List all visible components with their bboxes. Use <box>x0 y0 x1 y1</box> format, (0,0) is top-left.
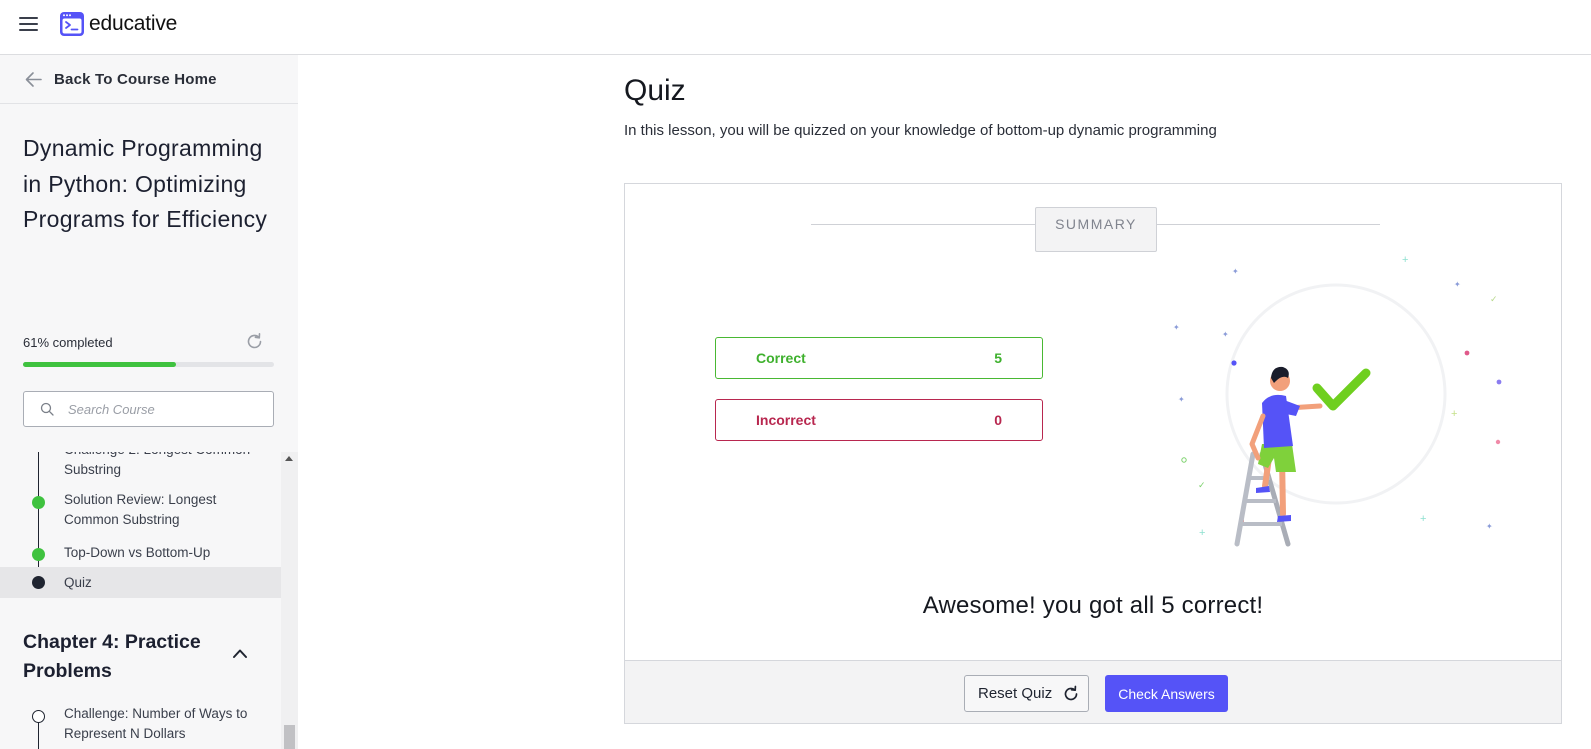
lesson-item-solution-review[interactable]: Solution Review: Longest Common Substrin… <box>0 490 281 534</box>
svg-text:✦: ✦ <box>1486 522 1493 531</box>
quiz-footer: Reset Quiz Check Answers <box>625 660 1561 723</box>
scrollbar-thumb[interactable] <box>284 725 295 749</box>
search-input[interactable] <box>68 398 263 420</box>
correct-count-box: Correct 5 <box>715 337 1043 379</box>
back-label: Back To Course Home <box>54 71 217 88</box>
educative-logo-icon[interactable] <box>59 11 85 37</box>
sidebar-scrollbar[interactable] <box>281 452 298 749</box>
check-answers-button[interactable]: Check Answers <box>1105 675 1228 712</box>
incorrect-label: Incorrect <box>756 412 816 428</box>
result-message: Awesome! you got all 5 correct! <box>922 592 1264 619</box>
chapter-title[interactable]: Chapter 4: Practice Problems <box>23 628 233 686</box>
lesson-item-challenge-2[interactable]: Challenge 2: Longest Common Substring <box>0 452 281 484</box>
svg-text:+: + <box>1451 408 1457 420</box>
hamburger-menu-icon[interactable] <box>19 16 39 32</box>
svg-text:+: + <box>1199 527 1205 539</box>
completed-dot-icon <box>32 496 45 509</box>
svg-text:✓: ✓ <box>1490 294 1498 304</box>
course-title: Dynamic Programming in Python: Optimizin… <box>23 135 268 232</box>
chevron-up-icon[interactable] <box>232 647 248 659</box>
refresh-icon <box>1064 685 1078 701</box>
back-to-course-link[interactable]: Back To Course Home <box>0 55 298 104</box>
lesson-label: Challenge: Number of Ways to Represent N… <box>64 706 248 741</box>
lesson-item-top-down-vs-bottom-up[interactable]: Top-Down vs Bottom-Up <box>0 542 281 566</box>
quiz-summary-card: SUMMARY Correct 5 Incorrect 0 ✦ ✓ ✓ + + … <box>624 183 1562 724</box>
arrow-left-icon <box>25 72 42 87</box>
current-dot-icon <box>32 576 45 589</box>
lesson-item-quiz[interactable]: Quiz <box>0 567 281 598</box>
svg-text:✦: ✦ <box>1454 280 1461 289</box>
search-box[interactable] <box>23 391 274 427</box>
scroll-up-arrow-icon[interactable] <box>285 456 293 461</box>
divider <box>811 224 1036 225</box>
svg-text:✦: ✦ <box>1178 395 1185 404</box>
reset-progress-icon[interactable] <box>245 332 264 351</box>
lesson-label: Solution Review: Longest Common Substrin… <box>64 492 217 527</box>
reset-quiz-label: Reset Quiz <box>978 685 1053 702</box>
correct-label: Correct <box>756 350 806 366</box>
incorrect-value: 0 <box>994 412 1002 428</box>
lesson-label: Challenge 2: Longest Common Substring <box>64 452 250 477</box>
svg-text:+: + <box>1402 254 1408 266</box>
completed-dot-icon <box>32 548 45 561</box>
progress-bar <box>23 362 274 367</box>
progress-bar-fill <box>23 362 177 367</box>
lesson-item-number-of-ways[interactable]: Challenge: Number of Ways to Represent N… <box>0 704 281 748</box>
page-title: Quiz <box>624 74 686 107</box>
lesson-list: Challenge 2: Longest Common Substring So… <box>0 452 281 749</box>
svg-text:✦: ✦ <box>1232 267 1239 276</box>
not-started-dot-icon <box>32 710 45 723</box>
svg-text:✓: ✓ <box>1198 480 1206 490</box>
correct-value: 5 <box>994 350 1002 366</box>
progress-label: 61% completed <box>23 335 113 350</box>
search-icon <box>40 402 54 416</box>
summary-tab: SUMMARY <box>1035 207 1157 252</box>
top-bar: educative <box>0 0 1591 55</box>
lesson-description: In this lesson, you will be quizzed on y… <box>624 122 1217 139</box>
sidebar: Back To Course Home Dynamic Programming … <box>0 55 298 749</box>
brand-name[interactable]: educative <box>89 12 177 36</box>
divider <box>1156 224 1380 225</box>
reset-quiz-button[interactable]: Reset Quiz <box>964 675 1089 712</box>
lesson-label: Quiz <box>64 575 92 590</box>
lesson-label: Top-Down vs Bottom-Up <box>64 545 211 560</box>
success-illustration: ✦ ✓ ✓ + + + + ✦ ✦ ✦ ✦ ✦ <box>1173 254 1502 547</box>
svg-text:+: + <box>1420 513 1426 525</box>
svg-text:✦: ✦ <box>1173 323 1180 332</box>
svg-text:✦: ✦ <box>1222 330 1229 339</box>
incorrect-count-box: Incorrect 0 <box>715 399 1043 441</box>
